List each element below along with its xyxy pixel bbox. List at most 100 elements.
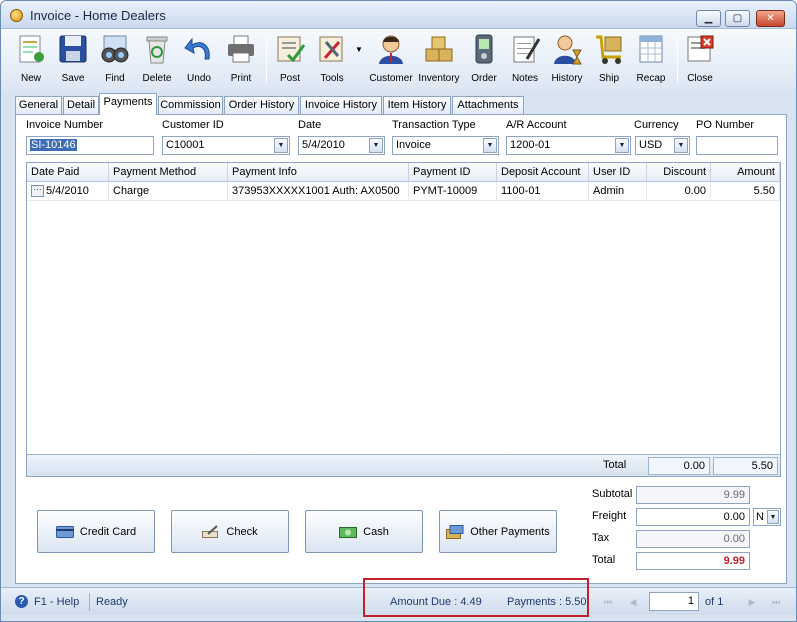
printer-icon bbox=[225, 33, 257, 65]
tab-commission[interactable]: Commission bbox=[158, 96, 223, 114]
tab-detail[interactable]: Detail bbox=[63, 96, 99, 114]
close-button[interactable]: Close bbox=[684, 33, 716, 89]
save-disk-icon bbox=[57, 33, 89, 65]
recap-button[interactable]: Recap bbox=[635, 33, 667, 89]
cell-payment-method[interactable]: Charge bbox=[109, 182, 228, 201]
grid-total-label: Total bbox=[603, 459, 627, 471]
grid-header: Date Paid Payment Method Payment Info Pa… bbox=[27, 163, 780, 182]
help-icon[interactable]: ? bbox=[15, 595, 28, 608]
undo-arrow-icon bbox=[183, 33, 215, 65]
maximize-button[interactable]: ▢ bbox=[725, 10, 750, 27]
inventory-boxes-icon bbox=[423, 33, 455, 65]
freight-term-value: N bbox=[756, 511, 764, 523]
column-header-payment-method[interactable]: Payment Method bbox=[109, 163, 228, 182]
next-record-icon[interactable]: ▶ bbox=[745, 595, 759, 609]
tools-icon bbox=[316, 33, 348, 65]
undo-button[interactable]: Undo bbox=[183, 33, 215, 89]
cell-date-paid[interactable]: ··· 5/4/2010 bbox=[27, 182, 109, 201]
minimize-button[interactable]: ▁ bbox=[696, 10, 721, 27]
ar-account-value: 1200-01 bbox=[510, 139, 551, 151]
cash-money-icon bbox=[339, 525, 358, 539]
close-window-button[interactable]: ✕ bbox=[756, 10, 785, 27]
invoice-number-field[interactable]: SI-10146 bbox=[26, 136, 154, 155]
cash-button[interactable]: Cash bbox=[305, 510, 423, 553]
previous-record-icon[interactable]: ◀ bbox=[626, 595, 640, 609]
find-button[interactable]: Find bbox=[99, 33, 131, 89]
invoice-number-label: Invoice Number bbox=[26, 119, 104, 131]
cell-amount[interactable]: 5.50 bbox=[711, 182, 780, 201]
column-header-payment-info[interactable]: Payment Info bbox=[228, 163, 409, 182]
chevron-down-icon[interactable]: ▼ bbox=[767, 510, 779, 524]
order-button[interactable]: Order bbox=[468, 33, 500, 89]
cell-discount[interactable]: 0.00 bbox=[647, 182, 711, 201]
tools-button[interactable]: Tools bbox=[316, 33, 348, 89]
subtotal-label: Subtotal bbox=[592, 488, 633, 500]
invoice-number-value: SI-10146 bbox=[30, 139, 77, 151]
total-value: 9.99 bbox=[636, 552, 750, 570]
save-button[interactable]: Save bbox=[57, 33, 89, 89]
cell-user-id[interactable]: Admin bbox=[589, 182, 647, 201]
chevron-down-icon[interactable]: ▼ bbox=[274, 138, 288, 153]
column-header-deposit-account[interactable]: Deposit Account bbox=[497, 163, 589, 182]
po-number-field[interactable] bbox=[696, 136, 778, 155]
other-payments-button[interactable]: Other Payments bbox=[439, 510, 557, 553]
cell-payment-id[interactable]: PYMT-10009 bbox=[409, 182, 497, 201]
credit-card-button[interactable]: Credit Card bbox=[37, 510, 155, 553]
customer-id-combo[interactable]: C10001 ▼ bbox=[162, 136, 290, 155]
first-record-icon[interactable]: ⏮ bbox=[601, 595, 615, 609]
post-button[interactable]: Post bbox=[274, 33, 306, 89]
chevron-down-icon[interactable]: ▼ bbox=[674, 138, 688, 153]
notes-button[interactable]: Notes bbox=[509, 33, 541, 89]
tab-attachments[interactable]: Attachments bbox=[452, 96, 524, 114]
po-number-label: PO Number bbox=[696, 119, 755, 131]
tab-payments[interactable]: Payments bbox=[99, 93, 157, 115]
page-number-input[interactable]: 1 bbox=[649, 592, 699, 611]
currency-label: Currency bbox=[634, 119, 679, 131]
inventory-button[interactable]: Inventory bbox=[418, 33, 460, 89]
currency-combo[interactable]: USD ▼ bbox=[635, 136, 690, 155]
freight-input[interactable]: 0.00 bbox=[636, 508, 750, 526]
column-header-payment-id[interactable]: Payment ID bbox=[409, 163, 497, 182]
ar-account-label: A/R Account bbox=[506, 119, 567, 131]
date-label: Date bbox=[298, 119, 322, 131]
column-header-user-id[interactable]: User ID bbox=[589, 163, 647, 182]
customer-button[interactable]: Customer bbox=[369, 33, 413, 89]
last-record-icon[interactable]: ⏭ bbox=[769, 595, 783, 609]
transaction-type-label: Transaction Type bbox=[392, 119, 476, 131]
date-paid-value: 5/4/2010 bbox=[46, 185, 89, 197]
recap-sheet-icon bbox=[635, 33, 667, 65]
tab-order-history[interactable]: Order History bbox=[224, 96, 299, 114]
title-bar[interactable]: Invoice - Home Dealers ▁ ▢ ✕ bbox=[1, 1, 796, 29]
ar-account-combo[interactable]: 1200-01 ▼ bbox=[506, 136, 631, 155]
tab-item-history[interactable]: Item History bbox=[383, 96, 451, 114]
check-button[interactable]: Check bbox=[171, 510, 289, 553]
freight-term-combo[interactable]: N ▼ bbox=[753, 508, 781, 526]
chevron-down-icon[interactable]: ▼ bbox=[615, 138, 629, 153]
tools-dropdown-arrow-icon[interactable]: ▼ bbox=[355, 45, 363, 54]
print-button[interactable]: Print bbox=[225, 33, 257, 89]
notes-pad-icon bbox=[509, 33, 541, 65]
ellipsis-button[interactable]: ··· bbox=[31, 185, 44, 198]
cell-payment-info[interactable]: 373953XXXXX1001 Auth: AX0500 bbox=[228, 182, 409, 201]
column-header-amount[interactable]: Amount bbox=[711, 163, 780, 182]
delete-button[interactable]: Delete bbox=[141, 33, 173, 89]
freight-label: Freight bbox=[592, 510, 627, 522]
date-value: 5/4/2010 bbox=[302, 139, 345, 151]
table-row[interactable]: ··· 5/4/2010 Charge 373953XXXXX1001 Auth:… bbox=[27, 182, 780, 201]
chevron-down-icon[interactable]: ▼ bbox=[483, 138, 497, 153]
transaction-type-combo[interactable]: Invoice ▼ bbox=[392, 136, 499, 155]
date-picker[interactable]: 5/4/2010 ▼ bbox=[298, 136, 385, 155]
tab-invoice-history[interactable]: Invoice History bbox=[300, 96, 382, 114]
history-person-icon bbox=[551, 33, 583, 65]
history-button[interactable]: History bbox=[551, 33, 583, 89]
chevron-down-icon[interactable]: ▼ bbox=[369, 138, 383, 153]
column-header-discount[interactable]: Discount bbox=[647, 163, 711, 182]
total-amount-value: 5.50 bbox=[713, 457, 778, 475]
credit-card-label: Credit Card bbox=[79, 525, 137, 538]
cell-deposit-account[interactable]: 1100-01 bbox=[497, 182, 589, 201]
column-header-date-paid[interactable]: Date Paid bbox=[27, 163, 109, 182]
help-text[interactable]: F1 - Help bbox=[34, 596, 79, 608]
tab-general[interactable]: General bbox=[15, 96, 62, 114]
new-button[interactable]: New bbox=[15, 33, 47, 89]
ship-button[interactable]: Ship bbox=[593, 33, 625, 89]
